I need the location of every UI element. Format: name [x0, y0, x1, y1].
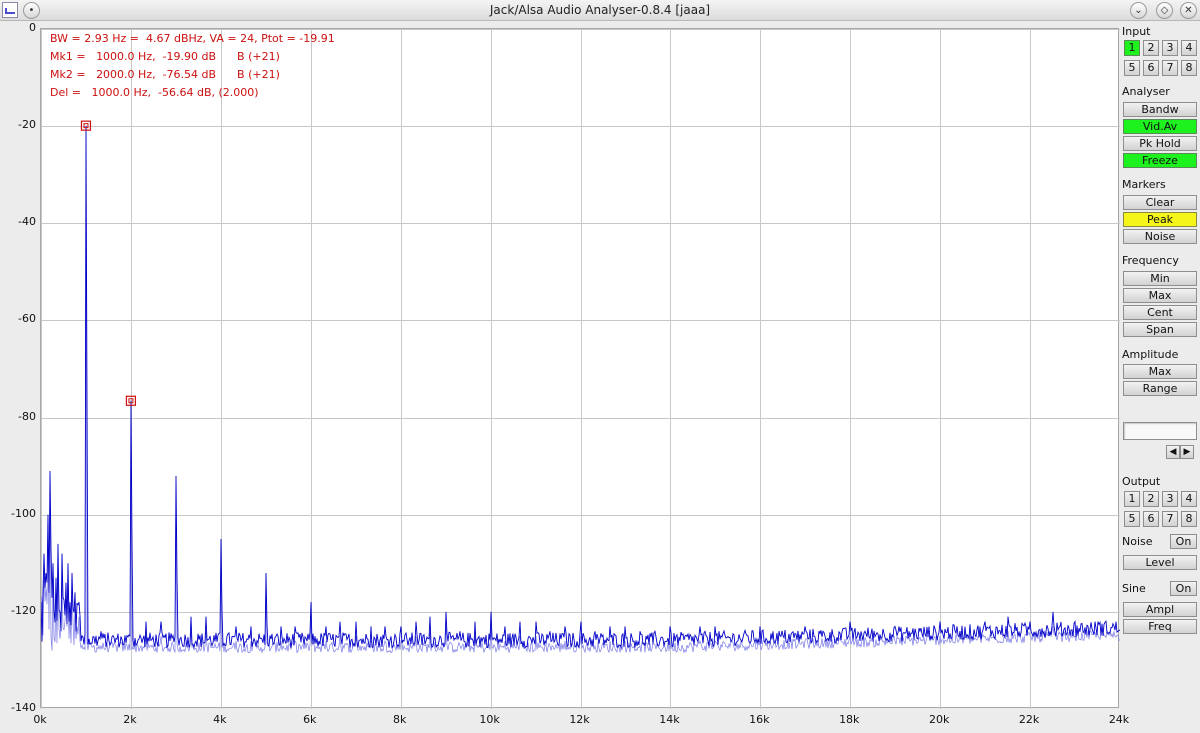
- freeze-button[interactable]: Freeze: [1123, 153, 1197, 168]
- y-tick-label: -60: [18, 312, 36, 326]
- frequency-span-button[interactable]: Span: [1123, 322, 1197, 337]
- y-tick-label: -80: [18, 409, 36, 423]
- clear-markers-button[interactable]: Clear: [1123, 195, 1197, 210]
- input-channel-6-button[interactable]: 6: [1143, 60, 1159, 76]
- x-tick-label: 6k: [303, 713, 317, 726]
- spectrum-svg: [41, 29, 1120, 709]
- sine-amplitude-button[interactable]: Ampl: [1123, 602, 1197, 617]
- x-tick-label: 14k: [659, 713, 680, 726]
- y-tick-label: -100: [11, 506, 36, 520]
- x-tick-label: 8k: [392, 713, 407, 726]
- output-channel-2-button[interactable]: 2: [1143, 491, 1159, 507]
- readout-marker2: Mk2 = 2000.0 Hz, -76.54 dB B (+21): [50, 68, 280, 81]
- sine-frequency-button[interactable]: Freq: [1123, 619, 1197, 634]
- grid: [41, 29, 1120, 709]
- decrement-arrow-icon[interactable]: ◀: [1166, 445, 1180, 459]
- y-tick-label: -40: [18, 215, 36, 229]
- frequency-max-button[interactable]: Max: [1123, 288, 1197, 303]
- x-tick-label: 2k: [123, 713, 137, 726]
- input-label: Input: [1122, 25, 1151, 38]
- frequency-min-button[interactable]: Min: [1123, 271, 1197, 286]
- x-tick-label: 4k: [213, 713, 227, 726]
- input-channel-2-button[interactable]: 2: [1143, 40, 1159, 56]
- output-channel-6-button[interactable]: 6: [1143, 511, 1159, 527]
- frequency-label: Frequency: [1122, 254, 1179, 267]
- input-channel-8-button[interactable]: 8: [1181, 60, 1197, 76]
- amplitude-max-button[interactable]: Max: [1123, 364, 1197, 379]
- restore-icon[interactable]: ◇: [1156, 2, 1173, 19]
- minimize-icon[interactable]: ⌄: [1130, 2, 1147, 19]
- amplitude-label: Amplitude: [1122, 348, 1179, 361]
- peak-marker-button[interactable]: Peak: [1123, 212, 1197, 227]
- x-tick-label: 0k: [33, 713, 47, 726]
- readout-marker1: Mk1 = 1000.0 Hz, -19.90 dB B (+21): [50, 50, 280, 63]
- output-channel-7-button[interactable]: 7: [1162, 511, 1178, 527]
- y-tick-label: 0: [29, 21, 36, 34]
- x-tick-label: 10k: [479, 713, 500, 726]
- noise-marker-button[interactable]: Noise: [1123, 229, 1197, 244]
- spectrum-trace: [41, 125, 1120, 650]
- input-channel-5-button[interactable]: 5: [1124, 60, 1140, 76]
- input-channel-7-button[interactable]: 7: [1162, 60, 1178, 76]
- video-average-button[interactable]: Vid.Av: [1123, 119, 1197, 134]
- sine-label: Sine: [1122, 582, 1146, 595]
- input-channel-1-button[interactable]: 1: [1124, 40, 1140, 56]
- noise-on-button[interactable]: On: [1170, 534, 1197, 549]
- noise-label: Noise: [1122, 535, 1153, 548]
- sine-on-button[interactable]: On: [1170, 581, 1197, 596]
- output-channel-1-button[interactable]: 1: [1124, 491, 1140, 507]
- analyser-label: Analyser: [1122, 85, 1170, 98]
- bandwidth-button[interactable]: Bandw: [1123, 102, 1197, 117]
- x-tick-label: 16k: [749, 713, 770, 726]
- readout-delta: Del = 1000.0 Hz, -56.64 dB, (2.000): [50, 86, 259, 99]
- input-channel-3-button[interactable]: 3: [1162, 40, 1178, 56]
- close-icon[interactable]: ✕: [1180, 2, 1197, 19]
- x-tick-label: 20k: [928, 713, 950, 726]
- y-tick-label: -20: [18, 118, 36, 132]
- amplitude-range-button[interactable]: Range: [1123, 381, 1197, 396]
- value-input[interactable]: [1123, 422, 1197, 440]
- frequency-center-button[interactable]: Cent: [1123, 305, 1197, 320]
- title-bar: • Jack/Alsa Audio Analyser-0.8.4 [jaaa] …: [0, 0, 1200, 21]
- markers-layer: [80, 120, 137, 406]
- readout-bandwidth: BW = 2.93 Hz = 4.67 dBHz, VA = 24, Ptot …: [50, 32, 335, 45]
- markers-label: Markers: [1122, 178, 1166, 191]
- window-title: Jack/Alsa Audio Analyser-0.8.4 [jaaa]: [489, 3, 711, 17]
- spectrum-traces: [41, 125, 1120, 654]
- output-channel-5-button[interactable]: 5: [1124, 511, 1140, 527]
- x-tick-label: 18k: [839, 713, 860, 726]
- control-panel: Input 12345678 Analyser Bandw Vid.Av Pk …: [1120, 22, 1200, 733]
- output-channel-3-button[interactable]: 3: [1162, 491, 1178, 507]
- increment-arrow-icon[interactable]: ▶: [1180, 445, 1194, 459]
- x-tick-label: 12k: [569, 713, 590, 726]
- output-channel-4-button[interactable]: 4: [1181, 491, 1197, 507]
- y-tick-label: -120: [11, 603, 36, 617]
- output-channel-8-button[interactable]: 8: [1181, 511, 1197, 527]
- noise-level-button[interactable]: Level: [1123, 555, 1197, 570]
- peak-hold-button[interactable]: Pk Hold: [1123, 136, 1197, 151]
- output-label: Output: [1122, 475, 1161, 488]
- input-channel-4-button[interactable]: 4: [1181, 40, 1197, 56]
- spectrum-trace-average: [41, 125, 1120, 654]
- x-tick-label: 22k: [1018, 713, 1040, 726]
- spectrum-plot[interactable]: [40, 28, 1120, 709]
